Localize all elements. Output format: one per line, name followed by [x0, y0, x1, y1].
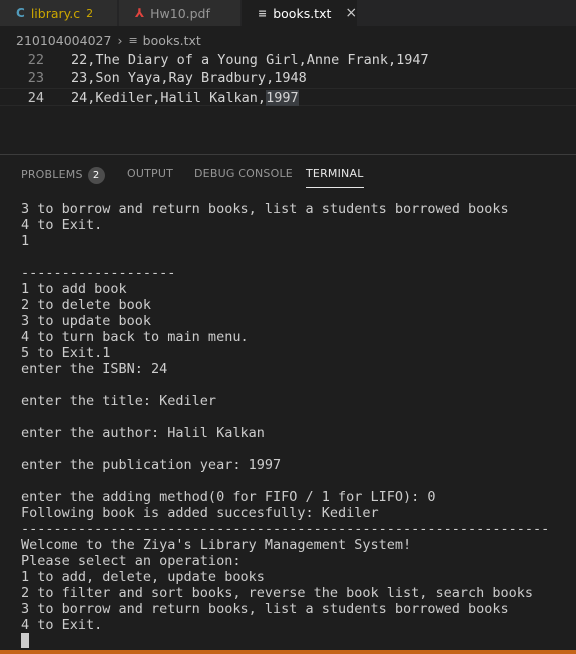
line-text: 22,The Diary of a Young Girl,Anne Frank,…	[71, 52, 429, 68]
terminal-line: enter the title: Kediler	[21, 393, 217, 409]
terminal-line: 5 to Exit.1	[21, 345, 111, 361]
terminal-line: Following book is added succesfully: Ked…	[21, 505, 379, 521]
status-bar	[0, 650, 576, 654]
tab-library-c[interactable]: C library.c 2	[0, 0, 118, 26]
tab-label: TERMINAL	[306, 167, 364, 180]
line-number: 23	[27, 70, 44, 86]
editor-tab-bar: C library.c 2 ⅄ Hw10.pdf ≡ books.txt ×	[0, 0, 576, 26]
terminal-output[interactable]: 3 to borrow and return books, list a stu…	[21, 201, 571, 649]
tab-hw10-pdf[interactable]: ⅄ Hw10.pdf	[119, 0, 241, 26]
tab-problems[interactable]: PROBLEMS 2	[21, 167, 105, 184]
tab-terminal[interactable]: TERMINAL	[306, 167, 364, 188]
terminal-line: 4 to Exit.	[21, 617, 103, 633]
terminal-line: 1	[21, 233, 30, 249]
line-number: 22	[27, 52, 44, 68]
terminal-line: 1 to add book	[21, 281, 127, 297]
text-file-icon: ≡	[128, 33, 138, 47]
breadcrumb-file[interactable]: books.txt	[143, 33, 201, 48]
terminal-line: enter the author: Halil Kalkan	[21, 425, 265, 441]
terminal-line: enter the adding method(0 for FIFO / 1 f…	[21, 489, 436, 505]
terminal-line: 2 to filter and sort books, reverse the …	[21, 585, 534, 601]
editor-line: 23 23,Son Yaya,Ray Bradbury,1948	[0, 69, 576, 87]
line-text-unselected: 24,Kediler,Halil Kalkan,	[71, 90, 267, 106]
tab-books-txt[interactable]: ≡ books.txt ×	[242, 0, 358, 26]
terminal-line: Please select an operation:	[21, 553, 241, 569]
terminal-line: -------------------	[21, 265, 176, 281]
terminal-line: 3 to borrow and return books, list a stu…	[21, 201, 509, 217]
tab-label: books.txt	[273, 5, 332, 21]
breadcrumb-folder[interactable]: 210104004027	[16, 33, 111, 48]
problem-count-badge: 2	[86, 6, 94, 20]
terminal-line: 4 to Exit.	[21, 217, 103, 233]
tab-label: library.c	[30, 5, 81, 21]
tab-label: Hw10.pdf	[150, 5, 210, 21]
editor-line: 22 22,The Diary of a Young Girl,Anne Fra…	[0, 51, 576, 69]
pdf-file-icon: ⅄	[135, 6, 145, 20]
selected-text: 1997	[266, 90, 299, 106]
terminal-line: enter the ISBN: 24	[21, 361, 168, 377]
terminal-line: ----------------------------------------…	[21, 521, 550, 537]
line-number: 24	[27, 90, 44, 106]
active-tab-underline	[306, 187, 364, 188]
terminal-line: 2 to delete book	[21, 297, 152, 313]
editor-line-current: 24 24,Kediler,Halil Kalkan,1997	[0, 88, 576, 106]
editor-area[interactable]: 22 22,The Diary of a Young Girl,Anne Fra…	[0, 51, 576, 154]
tab-label: PROBLEMS	[21, 168, 83, 181]
breadcrumb: 210104004027 › ≡ books.txt	[0, 26, 576, 54]
close-icon[interactable]: ×	[345, 5, 357, 21]
tab-output[interactable]: OUTPUT	[127, 167, 173, 180]
tab-debug-console[interactable]: DEBUG CONSOLE	[194, 167, 293, 180]
terminal-line: 3 to update book	[21, 313, 152, 329]
terminal-line: Welcome to the Ziya's Library Management…	[21, 537, 412, 553]
line-text: 23,Son Yaya,Ray Bradbury,1948	[71, 70, 307, 86]
terminal-line: enter the publication year: 1997	[21, 457, 282, 473]
terminal-line: 3 to borrow and return books, list a stu…	[21, 601, 509, 617]
text-file-icon: ≡	[258, 6, 268, 20]
panel-tab-bar: PROBLEMS 2 OUTPUT DEBUG CONSOLE TERMINAL	[0, 155, 576, 193]
terminal-line: 1 to add, delete, update books	[21, 569, 265, 585]
c-file-icon: C	[16, 6, 25, 20]
terminal-line: 4 to turn back to main menu.	[21, 329, 249, 345]
chevron-right-icon: ›	[117, 32, 123, 48]
terminal-cursor	[21, 633, 29, 648]
terminal-prompt-line[interactable]	[21, 633, 571, 649]
line-text: 24,Kediler,Halil Kalkan,1997	[71, 89, 299, 107]
problems-count-badge: 2	[87, 167, 105, 184]
